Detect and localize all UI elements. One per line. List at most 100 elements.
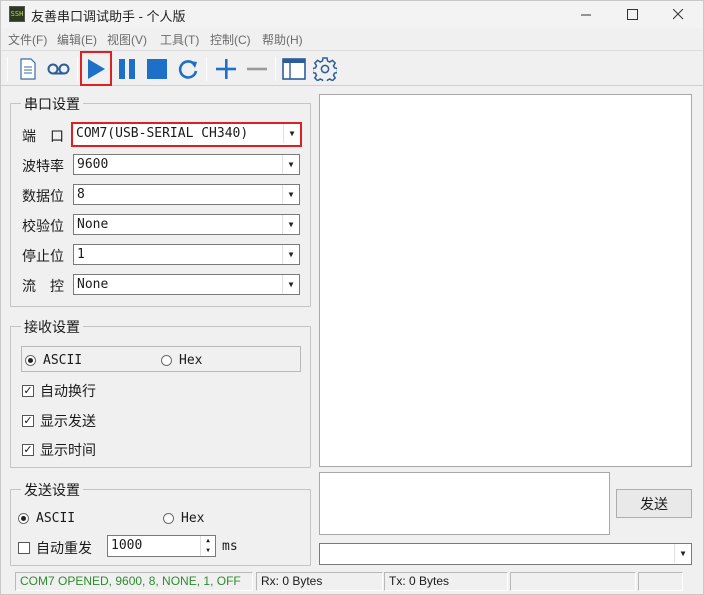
flow-control-select[interactable]: None ▼: [73, 274, 300, 295]
plus-icon: [216, 59, 236, 79]
gear-icon: [313, 57, 337, 81]
parity-select[interactable]: None ▼: [73, 214, 300, 235]
resend-interval-input[interactable]: 1000 ▲ ▼: [107, 535, 216, 557]
maximize-button[interactable]: [609, 1, 655, 28]
close-button[interactable]: [655, 1, 701, 28]
chevron-down-icon[interactable]: ▼: [282, 155, 299, 174]
receive-hex-radio[interactable]: Hex: [161, 353, 202, 368]
menu-bar: 文件(F) 编辑(E) 视图(V) 工具(T) 控制(C) 帮助(H): [1, 29, 703, 49]
add-button[interactable]: [212, 54, 240, 84]
menu-edit[interactable]: 编辑(E): [57, 31, 97, 48]
baud-rate-label: 波特率: [22, 158, 64, 174]
send-button[interactable]: 发送: [616, 489, 692, 518]
stepper-up-icon[interactable]: ▲: [201, 536, 215, 546]
stop-bits-value: 1: [77, 247, 85, 262]
interval-stepper[interactable]: ▲ ▼: [200, 536, 215, 556]
menu-control[interactable]: 控制(C): [210, 31, 251, 48]
send-hex-radio[interactable]: Hex: [163, 511, 204, 526]
pause-button[interactable]: [113, 54, 141, 84]
port-status-text: COM7 OPENED, 9600, 8, NONE, 1, OFF: [20, 574, 241, 588]
auto-resend-checkbox[interactable]: 自动重发: [18, 538, 92, 558]
stop-bits-label: 停止位: [22, 248, 64, 264]
data-bits-value: 8: [77, 187, 85, 202]
stop-icon: [147, 59, 167, 79]
chevron-down-icon[interactable]: ▼: [282, 275, 299, 294]
auto-wrap-label: 自动换行: [40, 383, 96, 399]
radio-selected-icon: [25, 355, 36, 366]
receive-hex-label: Hex: [179, 353, 203, 368]
record-button[interactable]: [45, 54, 73, 84]
stepper-down-icon[interactable]: ▼: [201, 546, 215, 556]
data-bits-select[interactable]: 8 ▼: [73, 184, 300, 205]
show-time-checkbox[interactable]: ✓ 显示时间: [22, 440, 96, 460]
port-status: COM7 OPENED, 9600, 8, NONE, 1, OFF: [15, 572, 253, 591]
close-icon: [672, 9, 683, 20]
radio-unselected-icon: [161, 355, 172, 366]
app-icon: SSH: [9, 6, 25, 22]
toolbar-grip: [7, 57, 8, 81]
refresh-icon: [178, 60, 198, 79]
refresh-button[interactable]: [174, 54, 202, 84]
menu-view[interactable]: 视图(V): [107, 31, 147, 48]
interval-unit: ms: [222, 539, 238, 554]
chevron-down-icon[interactable]: ▼: [674, 544, 691, 563]
toolbar-separator: [77, 57, 78, 81]
toolbar: [1, 50, 703, 86]
status-bar: COM7 OPENED, 9600, 8, NONE, 1, OFF Rx: 0…: [1, 570, 703, 594]
checkbox-empty-icon: [18, 542, 30, 554]
data-bits-label: 数据位: [22, 188, 64, 204]
stop-bits-select[interactable]: 1 ▼: [73, 244, 300, 265]
status-cell-empty: [510, 572, 636, 591]
send-hex-label: Hex: [181, 511, 205, 526]
chevron-down-icon[interactable]: ▼: [282, 185, 299, 204]
send-settings-title: 发送设置: [21, 480, 83, 500]
send-ascii-label: ASCII: [36, 511, 76, 526]
chevron-down-icon[interactable]: ▼: [283, 124, 300, 143]
parity-label: 校验位: [22, 218, 64, 234]
show-sent-checkbox[interactable]: ✓ 显示发送: [22, 411, 96, 431]
title-bar: SSH 友善串口调试助手 - 个人版: [1, 1, 703, 28]
menu-tools[interactable]: 工具(T): [160, 31, 199, 48]
receive-text-area[interactable]: [319, 94, 692, 467]
menu-help[interactable]: 帮助(H): [262, 31, 303, 48]
port-value: COM7(USB-SERIAL CH340): [76, 126, 249, 141]
receive-ascii-radio[interactable]: ASCII: [25, 353, 82, 368]
radio-selected-icon: [18, 513, 29, 524]
remove-button[interactable]: [243, 54, 271, 84]
menu-file[interactable]: 文件(F): [8, 31, 47, 48]
play-icon: [88, 58, 105, 79]
minimize-icon: [580, 14, 591, 16]
auto-wrap-checkbox[interactable]: ✓ 自动换行: [22, 381, 96, 401]
stop-button[interactable]: [143, 54, 171, 84]
show-sent-label: 显示发送: [40, 413, 96, 429]
new-document-button[interactable]: [14, 54, 42, 84]
show-time-label: 显示时间: [40, 442, 96, 458]
chevron-down-icon[interactable]: ▼: [282, 245, 299, 264]
send-text-area[interactable]: [319, 472, 610, 535]
baud-rate-select[interactable]: 9600 ▼: [73, 154, 300, 175]
rx-counter: Rx: 0 Bytes: [256, 572, 383, 591]
baud-rate-value: 9600: [77, 157, 109, 172]
receive-ascii-label: ASCII: [43, 353, 83, 368]
minimize-button[interactable]: [563, 1, 609, 28]
port-select[interactable]: COM7(USB-SERIAL CH340) ▼: [71, 122, 302, 147]
checkmark-icon: ✓: [22, 415, 34, 427]
tx-counter: Tx: 0 Bytes: [384, 572, 508, 591]
window-icon: [282, 58, 306, 80]
send-ascii-radio[interactable]: ASCII: [18, 511, 75, 526]
toolbar-separator: [275, 57, 276, 81]
status-cell-empty: [638, 572, 683, 591]
resend-interval-value: 1000: [111, 538, 143, 553]
receive-settings-title: 接收设置: [21, 317, 83, 337]
send-history-select[interactable]: ▼: [319, 543, 692, 565]
maximize-icon: [626, 9, 638, 20]
open-port-button[interactable]: [80, 51, 112, 86]
settings-button[interactable]: [311, 54, 339, 84]
main-window: SSH 友善串口调试助手 - 个人版 文件(F) 编辑(E) 视图(V) 工具(…: [0, 0, 704, 595]
serial-settings-title: 串口设置: [21, 94, 83, 114]
port-label: 端 口: [22, 128, 64, 144]
flow-control-value: None: [77, 277, 109, 292]
window-button[interactable]: [280, 54, 308, 84]
chevron-down-icon[interactable]: ▼: [282, 215, 299, 234]
pause-icon: [119, 59, 135, 79]
